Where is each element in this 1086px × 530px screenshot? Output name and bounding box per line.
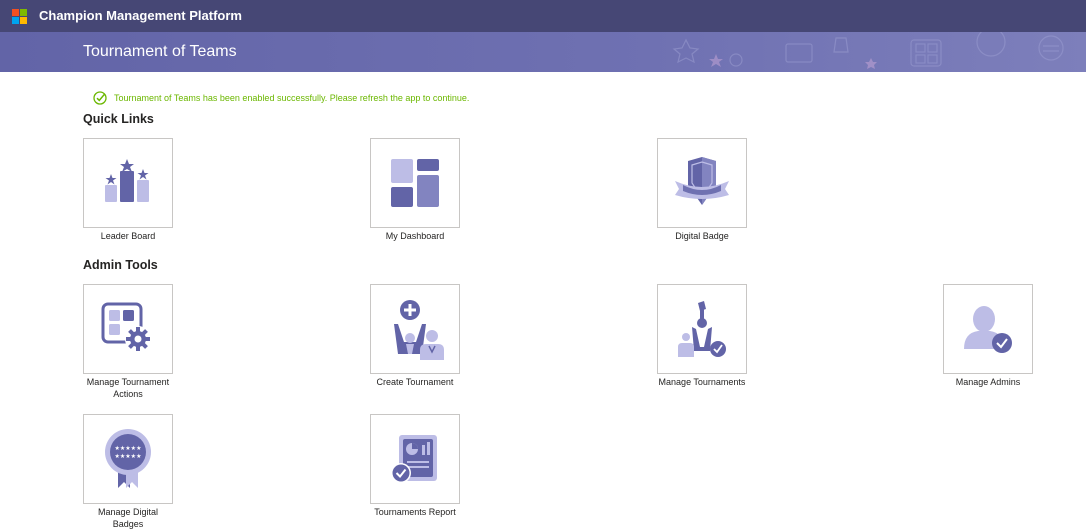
dashboard-grid-icon — [391, 159, 439, 207]
grid-gear-icon — [101, 302, 151, 352]
tile-tournaments-report[interactable]: Tournaments Report — [370, 414, 520, 517]
tile-manage-tournament-actions[interactable]: Manage Tournament Actions — [83, 284, 233, 399]
check-circle-icon — [93, 91, 107, 105]
trophy-people-check-icon — [678, 301, 726, 357]
page-banner: Tournament of Teams — [0, 32, 1086, 72]
tile-create-tournament[interactable]: Create Tournament — [370, 284, 520, 387]
label-line-1: Manage Tournament — [86, 377, 170, 387]
tile-manage-digital-badges[interactable]: ★★★★★ ★★★★★ Manage Digital Badges — [83, 414, 233, 529]
tile-manage-admins[interactable]: Manage Admins — [943, 284, 1086, 387]
manage-digital-badges-tile-box[interactable]: ★★★★★ ★★★★★ — [83, 414, 173, 504]
label-line-2: Actions — [113, 389, 143, 399]
manage-tournament-actions-tile-box[interactable] — [83, 284, 173, 374]
success-message: Tournament of Teams has been enabled suc… — [93, 90, 469, 106]
create-tournament-label: Create Tournament — [376, 377, 454, 387]
tournaments-report-label: Tournaments Report — [374, 507, 456, 517]
svg-text:★★★★★: ★★★★★ — [115, 453, 142, 460]
tile-manage-tournaments[interactable]: Manage Tournaments — [657, 284, 807, 387]
leader-board-tile-box[interactable] — [83, 138, 173, 228]
label-line-2: Badges — [112, 519, 144, 529]
person-check-icon — [964, 306, 1012, 353]
person-add-icon — [394, 300, 444, 360]
manage-admins-tile-box[interactable] — [943, 284, 1033, 374]
shield-ribbon-icon — [675, 157, 729, 205]
app-title: Champion Management Platform — [39, 8, 242, 23]
leader-board-label: Leader Board — [100, 231, 156, 241]
tile-digital-badge[interactable]: Digital Badge — [657, 138, 807, 241]
tile-leader-board[interactable]: Leader Board — [83, 138, 233, 241]
manage-admins-label: Manage Admins — [955, 377, 1021, 387]
my-dashboard-tile-box[interactable] — [370, 138, 460, 228]
manage-tournaments-tile-box[interactable] — [657, 284, 747, 374]
rosette-badge-icon: ★★★★★ ★★★★★ — [105, 429, 151, 488]
page-title: Tournament of Teams — [83, 43, 237, 60]
top-bar: Champion Management Platform — [0, 0, 1086, 32]
quick-links-heading: Quick Links — [83, 112, 154, 126]
my-dashboard-label: My Dashboard — [385, 231, 445, 241]
manage-tournament-actions-label: Manage Tournament Actions — [73, 376, 183, 400]
digital-badge-tile-box[interactable] — [657, 138, 747, 228]
admin-tools-heading: Admin Tools — [83, 258, 158, 272]
manage-tournaments-label: Manage Tournaments — [658, 377, 746, 387]
success-text: Tournament of Teams has been enabled suc… — [114, 93, 470, 103]
digital-badge-label: Digital Badge — [675, 231, 729, 241]
svg-text:★★★★★: ★★★★★ — [115, 445, 142, 452]
report-check-icon — [391, 435, 437, 483]
tile-my-dashboard[interactable]: My Dashboard — [370, 138, 520, 241]
podium-stars-icon — [105, 159, 149, 202]
banner-decoration-icon — [672, 32, 1064, 69]
microsoft-logo-icon — [12, 9, 28, 25]
create-tournament-tile-box[interactable] — [370, 284, 460, 374]
tournaments-report-tile-box[interactable] — [370, 414, 460, 504]
label-line-1: Manage Digital — [97, 507, 159, 517]
manage-digital-badges-label: Manage Digital Badges — [73, 506, 183, 530]
